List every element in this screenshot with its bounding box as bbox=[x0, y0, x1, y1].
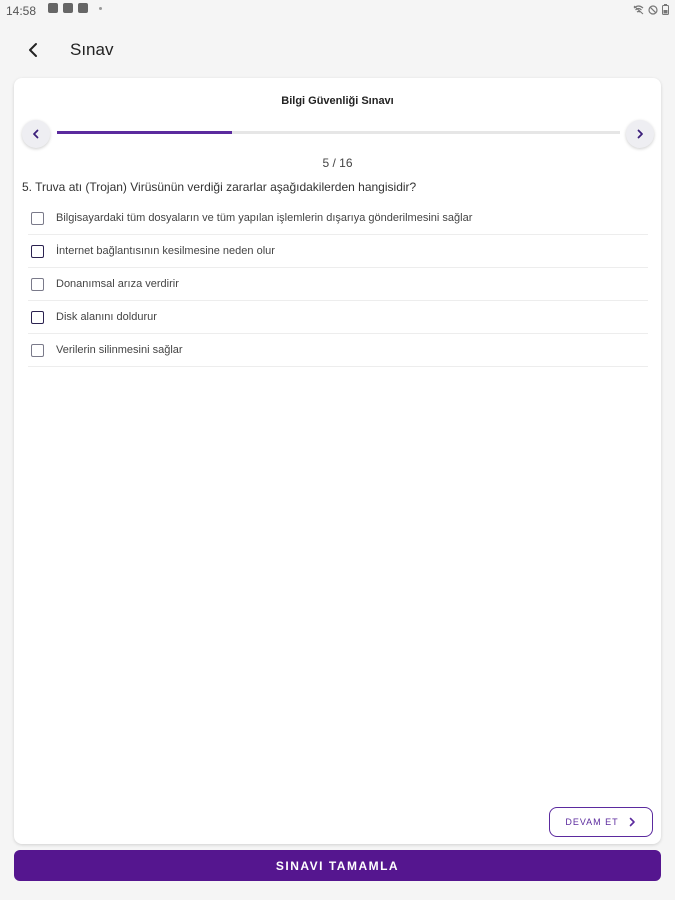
question-counter: 5 / 16 bbox=[322, 156, 353, 170]
chevron-right-icon bbox=[629, 817, 635, 827]
answer-label: Disk alanını doldurur bbox=[56, 311, 157, 323]
youtube-icon bbox=[63, 3, 73, 13]
quiz-title: Bilgi Güvenliği Sınavı bbox=[281, 95, 394, 107]
wifi-off-icon bbox=[633, 4, 644, 14]
dot-icon bbox=[99, 6, 102, 10]
answer-option[interactable]: İnternet bağlantısının kesilmesine neden… bbox=[28, 235, 648, 268]
checkbox[interactable] bbox=[31, 277, 44, 291]
checkbox[interactable] bbox=[31, 211, 44, 225]
checkbox[interactable] bbox=[31, 310, 44, 324]
status-time: 14:58 bbox=[6, 4, 37, 18]
chevron-left-icon bbox=[33, 129, 39, 139]
chevron-right-icon bbox=[637, 129, 643, 139]
next-question-button[interactable] bbox=[626, 120, 654, 148]
finish-exam-label: SINAVI TAMAMLA bbox=[275, 858, 400, 873]
continue-button[interactable]: DEVAM ET bbox=[549, 807, 653, 837]
bag-icon bbox=[78, 3, 88, 13]
back-button[interactable] bbox=[22, 38, 46, 62]
progress-fill bbox=[57, 131, 232, 134]
app-bar: Sınav bbox=[0, 22, 675, 78]
answer-option[interactable]: Donanımsal arıza verdirir bbox=[28, 268, 648, 301]
status-bar: 14:58 bbox=[0, 0, 675, 22]
battery-icon bbox=[662, 4, 669, 15]
image-icon bbox=[48, 3, 58, 13]
checkbox[interactable] bbox=[31, 244, 44, 258]
checkbox[interactable] bbox=[31, 343, 44, 357]
dnd-icon bbox=[648, 4, 658, 15]
answer-option[interactable]: Verilerin silinmesini sağlar bbox=[28, 334, 648, 367]
answer-option[interactable]: Disk alanını doldurur bbox=[28, 301, 648, 334]
answer-options: Bilgisayardaki tüm dosyaların ve tüm yap… bbox=[28, 202, 648, 367]
quiz-card: Bilgi Güvenliği Sınavı 5 / 16 5. Truva a… bbox=[14, 78, 661, 844]
progress-bar bbox=[57, 131, 620, 134]
answer-label: Bilgisayardaki tüm dosyaların ve tüm yap… bbox=[56, 212, 473, 224]
finish-exam-button[interactable]: SINAVI TAMAMLA bbox=[14, 850, 661, 881]
page-title: Sınav bbox=[70, 40, 114, 59]
answer-label: Verilerin silinmesini sağlar bbox=[56, 344, 183, 356]
arrow-back-icon bbox=[29, 43, 37, 57]
answer-option[interactable]: Bilgisayardaki tüm dosyaların ve tüm yap… bbox=[28, 202, 648, 235]
previous-question-button[interactable] bbox=[22, 120, 50, 148]
answer-label: İnternet bağlantısının kesilmesine neden… bbox=[56, 245, 275, 257]
continue-label: DEVAM ET bbox=[565, 817, 619, 827]
question-text: 5. Truva atı (Trojan) Virüsünün verdiği … bbox=[22, 180, 417, 194]
answer-label: Donanımsal arıza verdirir bbox=[56, 278, 179, 290]
